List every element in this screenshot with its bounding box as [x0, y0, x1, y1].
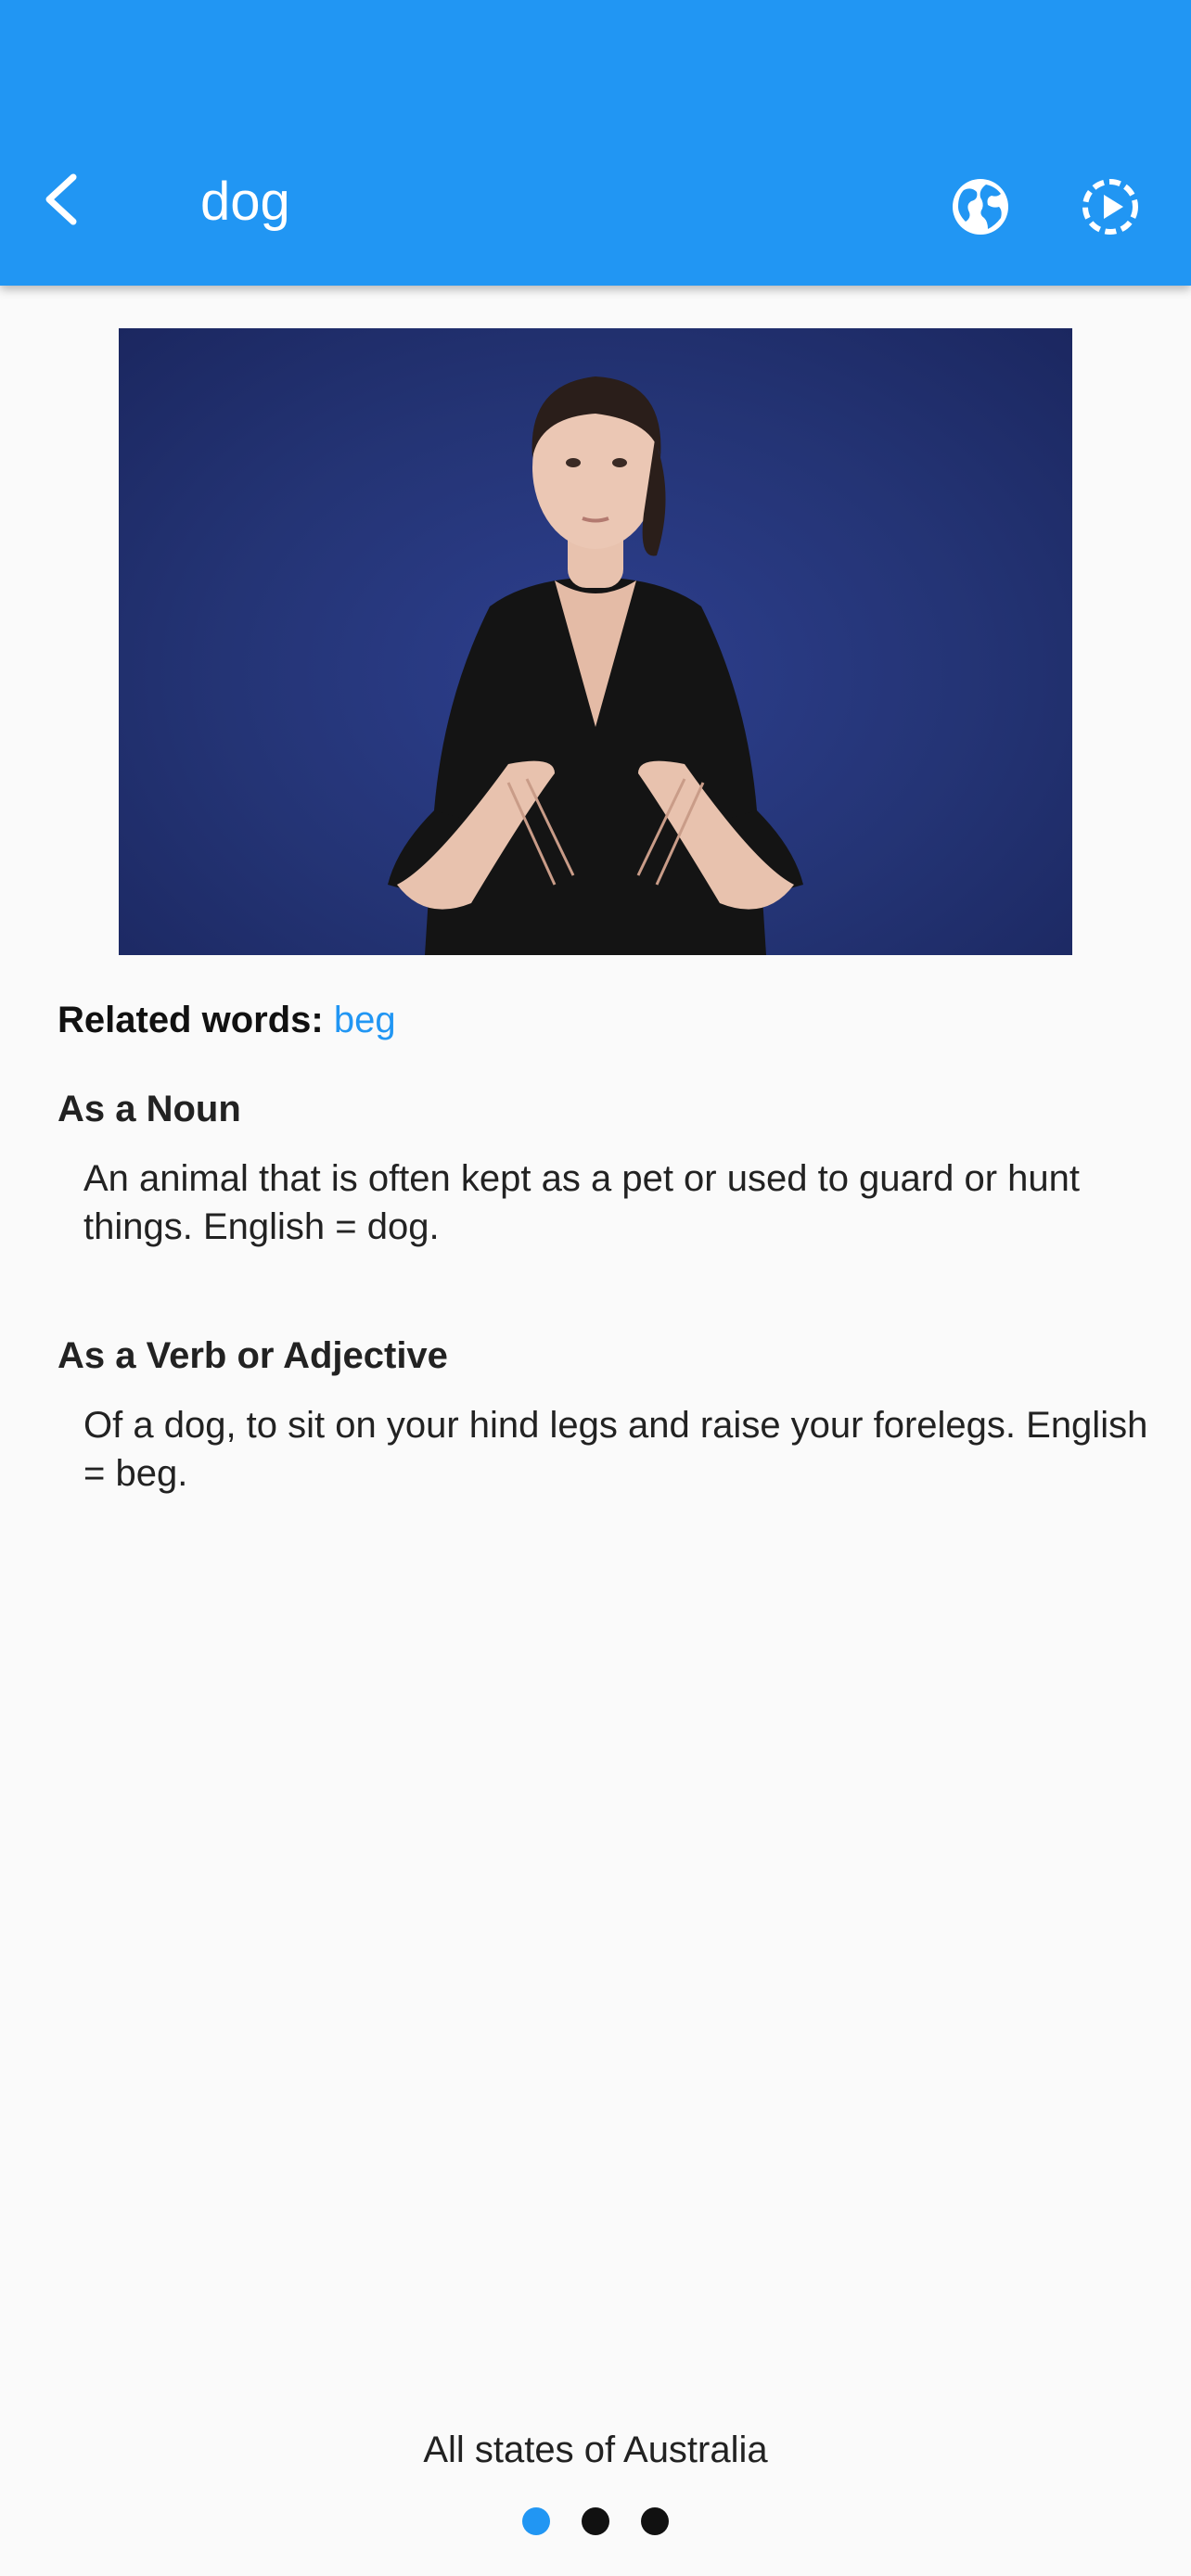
region-label: All states of Australia	[423, 2429, 768, 2470]
page-dot-3[interactable]	[641, 2507, 669, 2535]
page-indicator	[0, 2507, 1191, 2535]
section-title-verb: As a Verb or Adjective	[58, 1335, 448, 1376]
sign-video[interactable]	[119, 328, 1072, 955]
related-words-label: Related words:	[58, 1000, 324, 1040]
page-title: dog	[200, 172, 290, 232]
app-bar: dog	[0, 0, 1191, 286]
language-button[interactable]	[948, 174, 1013, 239]
back-button[interactable]	[28, 167, 93, 232]
play-circle-dashed-icon	[1082, 179, 1138, 235]
globe-icon	[953, 179, 1008, 235]
related-words: Related words: beg	[58, 996, 396, 1044]
related-word-link[interactable]: beg	[334, 1000, 396, 1040]
page-dot-1[interactable]	[522, 2507, 550, 2535]
autoplay-button[interactable]	[1078, 174, 1143, 239]
page-dot-2[interactable]	[582, 2507, 609, 2535]
section-title-noun: As a Noun	[58, 1089, 241, 1129]
section-body-noun: An animal that is often kept as a pet or…	[83, 1158, 1081, 1247]
signer-figure	[388, 376, 803, 955]
section-body-verb: Of a dog, to sit on your hind legs and r…	[83, 1405, 1148, 1494]
chevron-left-icon	[45, 173, 77, 225]
